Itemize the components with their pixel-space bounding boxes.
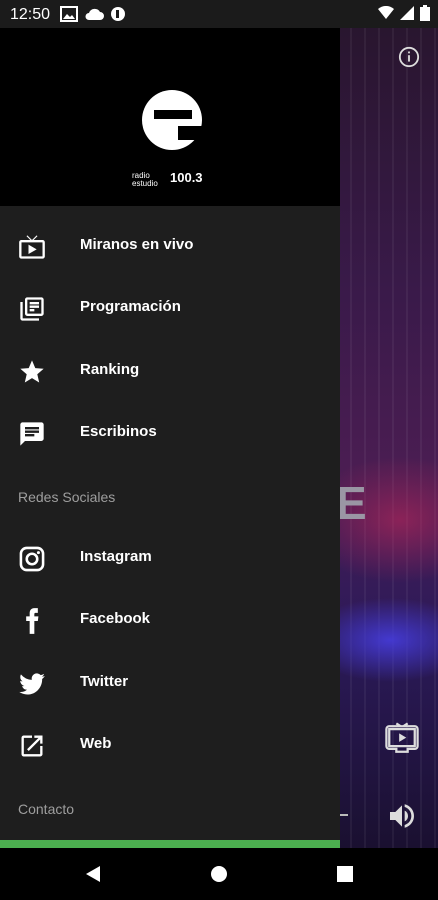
wifi-icon — [378, 6, 394, 19]
home-icon[interactable] — [210, 864, 228, 884]
drawer-header: radio estudio 100.3 — [0, 28, 340, 206]
external-link-icon — [21, 735, 43, 757]
menu-item-label: Instagram — [80, 548, 152, 565]
schedule-list-icon — [20, 297, 44, 321]
menu-item-facebook[interactable]: Facebook — [0, 590, 340, 652]
signal-icon — [400, 6, 414, 20]
menu-item-label: Web — [80, 735, 112, 752]
menu-item-label: Facebook — [80, 610, 151, 627]
system-navigation-bar — [0, 848, 438, 900]
star-icon — [20, 360, 44, 383]
menu-item-label: Miranos en vivo — [80, 236, 194, 253]
menu-item-escribinos[interactable]: Escribinos — [0, 403, 340, 465]
accent-bar — [0, 840, 340, 848]
section-header-contacto: Contacto — [18, 801, 75, 817]
section-header-redes-sociales: Redes Sociales — [18, 489, 116, 505]
menu-item-label: Programación — [80, 298, 181, 315]
menu-item-web[interactable]: Web — [0, 715, 340, 777]
twitter-icon — [19, 673, 45, 695]
menu-item-label: Ranking — [80, 361, 140, 378]
image-notification-icon — [60, 6, 78, 22]
background-logo-letter: E — [336, 477, 367, 529]
navigation-drawer: radio estudio 100.3 Miranos en vivo Progr… — [0, 28, 340, 848]
brand-small-text: radio estudio — [132, 171, 158, 188]
brand-logo — [142, 90, 202, 150]
menu-item-label: Escribinos — [80, 423, 157, 440]
info-icon[interactable] — [398, 46, 420, 68]
message-icon — [20, 422, 44, 446]
status-time: 12:50 — [10, 6, 51, 23]
menu-item-label: Twitter — [80, 673, 129, 690]
status-bar: 12:50 — [0, 0, 438, 28]
volume-icon[interactable] — [386, 800, 418, 832]
menu-item-programacion[interactable]: Programación — [0, 278, 340, 340]
cloud-icon — [85, 8, 104, 20]
app-notification-icon — [111, 7, 125, 21]
tv-icon[interactable] — [384, 722, 420, 756]
menu-item-miranos-en-vivo[interactable]: Miranos en vivo — [0, 216, 340, 278]
instagram-icon — [19, 546, 45, 572]
battery-icon — [420, 5, 430, 21]
menu-item-instagram[interactable]: Instagram — [0, 528, 340, 590]
tv-play-icon — [19, 235, 45, 259]
recents-icon[interactable] — [336, 864, 354, 884]
menu-item-ranking[interactable]: Ranking — [0, 341, 340, 403]
menu-item-twitter[interactable]: Twitter — [0, 653, 340, 715]
brand-frequency: 100.3 — [170, 170, 203, 185]
back-icon[interactable] — [84, 864, 102, 884]
facebook-icon — [26, 608, 39, 634]
